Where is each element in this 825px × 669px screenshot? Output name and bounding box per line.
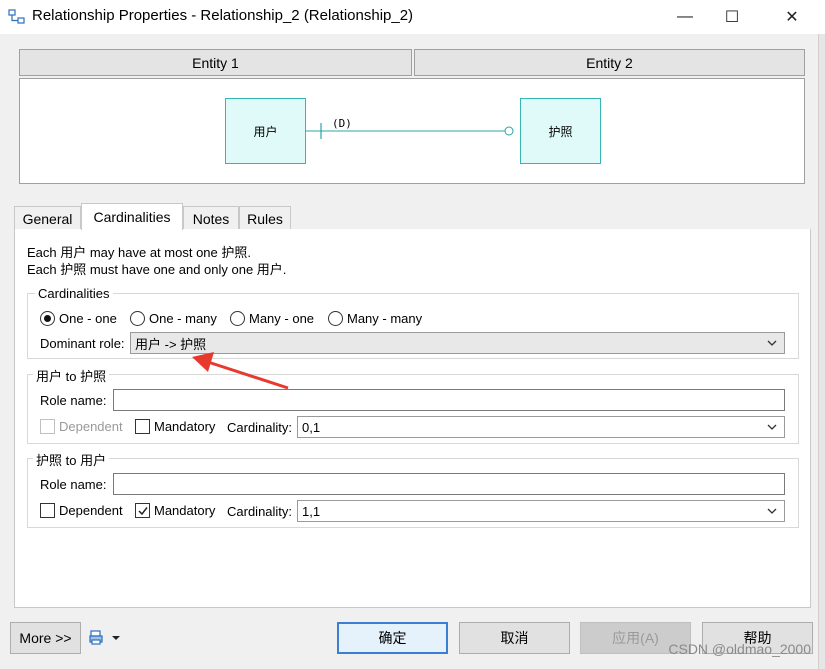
cancel-button[interactable]: 取消	[459, 622, 570, 654]
ok-button[interactable]: 确定	[337, 622, 448, 654]
print-options-button[interactable]	[88, 629, 124, 647]
tab-cardinalities[interactable]: Cardinalities	[81, 203, 183, 230]
annotation-arrow-icon	[192, 352, 289, 390]
printer-icon	[89, 630, 103, 645]
more-button[interactable]: More >>	[10, 622, 81, 654]
watermark: CSDN @oldmao_2000	[668, 641, 811, 657]
caret-down-icon	[112, 636, 120, 640]
